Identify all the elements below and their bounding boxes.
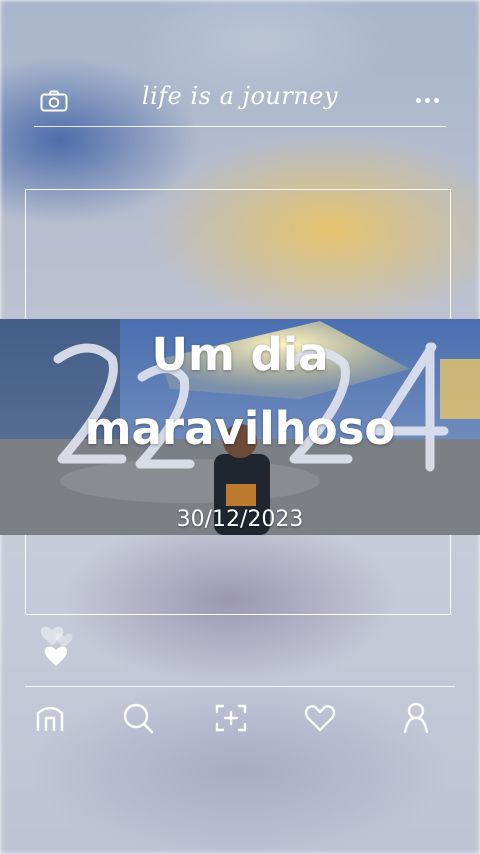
app-title: life is a journey — [141, 82, 339, 110]
more-dots-icon[interactable] — [414, 90, 440, 110]
search-icon[interactable] — [121, 701, 155, 735]
profile-icon[interactable] — [399, 701, 433, 735]
top-bar: life is a journey — [34, 76, 446, 127]
scan-add-icon[interactable] — [214, 701, 248, 735]
home-icon[interactable] — [33, 701, 67, 735]
heart-icon[interactable] — [38, 610, 82, 670]
bottom-nav — [25, 686, 455, 747]
post-date: 30/12/2023 — [176, 507, 304, 532]
headline-line1: Um dia — [151, 328, 329, 381]
heart-icon[interactable] — [303, 701, 337, 735]
headline-line2: maravilhoso — [84, 402, 396, 455]
